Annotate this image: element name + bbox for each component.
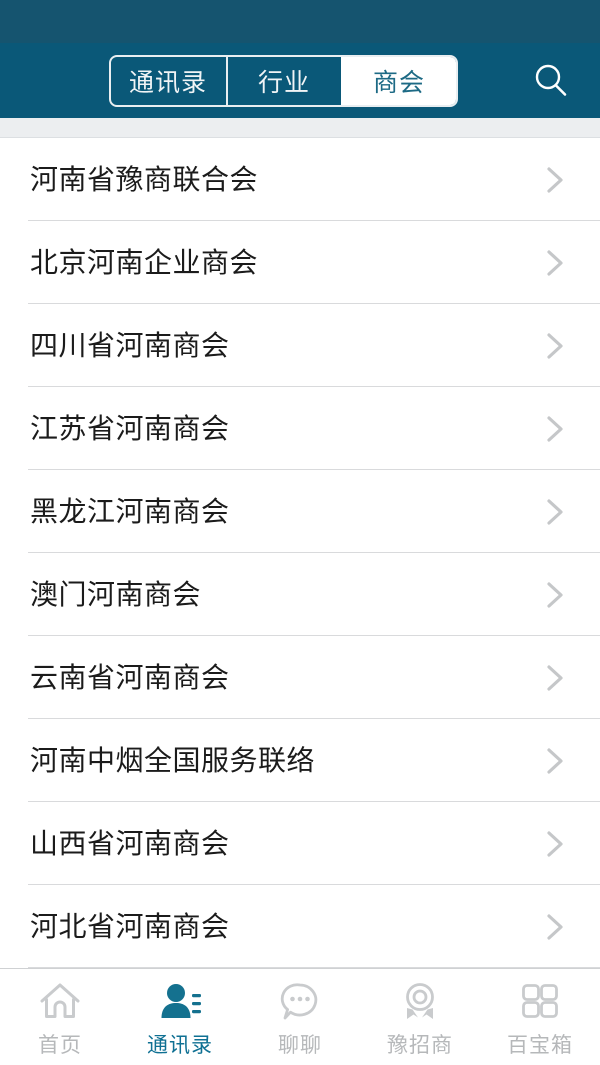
- segmented-control[interactable]: 通讯录 行业 商会: [108, 54, 458, 107]
- tab-chat[interactable]: 聊聊: [240, 969, 360, 1065]
- chamber-list: 河南省豫商联合会 北京河南企业商会 四川省河南商会 江苏省河南商会 黑龙江河南商…: [0, 138, 600, 968]
- list-item[interactable]: 云南省河南商会: [0, 636, 600, 719]
- chevron-right-icon: [532, 412, 578, 446]
- list-item[interactable]: 澳门河南商会: [0, 553, 600, 636]
- list-item-label: 河北省河南商会: [30, 909, 230, 943]
- grid-icon: [517, 979, 563, 1023]
- list-item[interactable]: 江苏省河南商会: [0, 387, 600, 470]
- chevron-right-icon: [532, 910, 578, 944]
- list-item-label: 四川省河南商会: [30, 328, 230, 362]
- list-item-label: 澳门河南商会: [30, 577, 202, 611]
- chevron-right-icon: [532, 578, 578, 612]
- chevron-right-icon: [532, 246, 578, 280]
- tab-toolbox-label: 百宝箱: [507, 1033, 573, 1057]
- list-item[interactable]: 北京河南企业商会: [0, 221, 600, 304]
- tab-contacts-nav-label: 通讯录: [147, 1033, 213, 1057]
- list-item-label: 河南省豫商联合会: [30, 162, 259, 196]
- home-icon: [37, 979, 83, 1023]
- list-item-label: 黑龙江河南商会: [30, 494, 230, 528]
- bottom-tab-bar: 首页 通讯录 聊聊 豫招商 百宝箱: [0, 968, 600, 1065]
- chat-bubble-icon: [277, 979, 323, 1023]
- tab-industry-label: 行业: [257, 67, 310, 97]
- tab-toolbox[interactable]: 百宝箱: [480, 969, 600, 1065]
- list-item-label: 山西省河南商会: [30, 826, 230, 860]
- app-header: 通讯录 行业 商会: [0, 43, 600, 118]
- chevron-right-icon: [532, 827, 578, 861]
- list-item-label: 云南省河南商会: [30, 660, 230, 694]
- tab-contacts-nav[interactable]: 通讯录: [120, 969, 240, 1065]
- tab-contacts-label: 通讯录: [128, 67, 207, 97]
- list-item-label: 江苏省河南商会: [30, 411, 230, 445]
- chevron-right-icon: [532, 163, 578, 197]
- tab-chat-label: 聊聊: [278, 1033, 322, 1057]
- tab-chamber[interactable]: 商会: [340, 56, 456, 105]
- chevron-right-icon: [532, 329, 578, 363]
- tab-investment[interactable]: 豫招商: [360, 969, 480, 1065]
- list-top-spacer: [0, 118, 600, 138]
- tab-contacts[interactable]: 通讯录: [111, 57, 226, 105]
- tab-chamber-label: 商会: [372, 67, 425, 97]
- tab-investment-label: 豫招商: [387, 1033, 453, 1057]
- contacts-icon: [157, 979, 203, 1023]
- tab-industry[interactable]: 行业: [225, 56, 341, 105]
- list-item[interactable]: 河北省河南商会: [0, 885, 600, 968]
- search-button[interactable]: [528, 58, 574, 104]
- list-item[interactable]: 黑龙江河南商会: [0, 470, 600, 553]
- chevron-right-icon: [532, 744, 578, 778]
- list-item[interactable]: 河南省豫商联合会: [0, 138, 600, 221]
- search-icon: [535, 64, 567, 96]
- medal-icon: [397, 979, 443, 1023]
- chevron-right-icon: [532, 495, 578, 529]
- tab-home[interactable]: 首页: [0, 969, 120, 1065]
- list-item-label: 河南中烟全国服务联络: [30, 743, 316, 777]
- list-item-label: 北京河南企业商会: [30, 245, 259, 279]
- status-bar: [0, 0, 600, 43]
- tab-home-label: 首页: [38, 1033, 82, 1057]
- chevron-right-icon: [532, 661, 578, 695]
- list-item[interactable]: 四川省河南商会: [0, 304, 600, 387]
- list-item[interactable]: 河南中烟全国服务联络: [0, 719, 600, 802]
- list-item[interactable]: 山西省河南商会: [0, 802, 600, 885]
